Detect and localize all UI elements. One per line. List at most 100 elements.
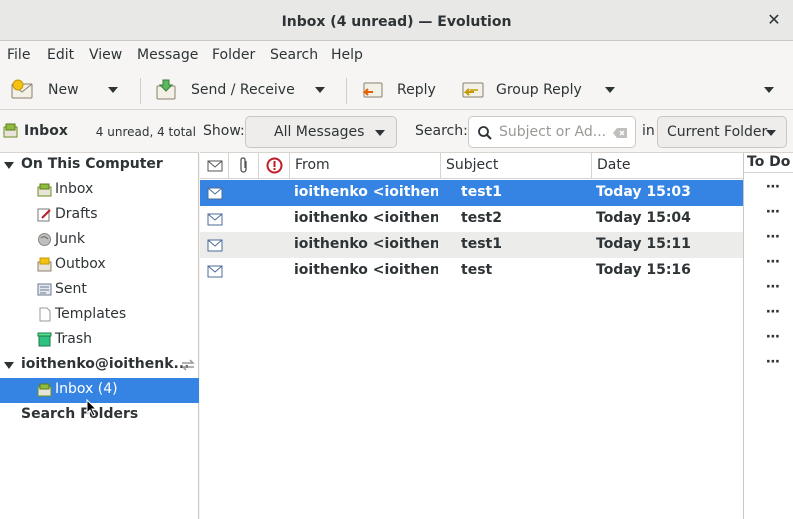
- sidebar-header: Inbox 4 unread, 4 total: [0, 111, 199, 153]
- new-dropdown-icon[interactable]: [108, 87, 118, 93]
- menu-edit[interactable]: Edit: [47, 47, 74, 63]
- message-date: Today 15:11: [596, 236, 691, 252]
- message-from: ioithenko <ioithen...: [294, 236, 438, 252]
- todo-item-menu-icon[interactable]: ⋯: [766, 179, 780, 195]
- menu-file[interactable]: File: [7, 47, 30, 63]
- sidebar-item-search-folders[interactable]: Search Folders: [0, 403, 199, 428]
- sidebar-item-label: Sent: [55, 281, 87, 297]
- new-button[interactable]: New: [10, 70, 79, 110]
- group-reply-button[interactable]: Group Reply: [460, 70, 582, 110]
- templates-icon: [39, 307, 51, 322]
- expander-icon[interactable]: [4, 362, 14, 369]
- column-subject[interactable]: Subject: [441, 153, 592, 179]
- sidebar-item-label: Templates: [55, 306, 127, 322]
- search-icon[interactable]: [477, 125, 493, 141]
- search-scope-value: Current Folder: [667, 124, 768, 140]
- mouse-cursor-icon: [86, 399, 98, 417]
- message-from: ioithenko <ioithen...: [294, 184, 438, 200]
- menu-search[interactable]: Search: [270, 47, 318, 63]
- menu-folder[interactable]: Folder: [212, 47, 255, 63]
- todo-item-menu-icon[interactable]: ⋯: [766, 304, 780, 320]
- message-row[interactable]: ioithenko <ioithen... test1 Today 15:11: [200, 232, 743, 258]
- todo-item-menu-icon[interactable]: ⋯: [766, 229, 780, 245]
- message-date: Today 15:03: [596, 184, 691, 200]
- toolbar: New Send / Receive Reply Group Reply: [0, 70, 793, 110]
- column-flag[interactable]: [259, 153, 290, 179]
- message-row[interactable]: ioithenko <ioithen... test1 Today 15:03: [200, 180, 743, 206]
- drafts-icon: [37, 208, 51, 222]
- sync-icon[interactable]: [180, 358, 196, 372]
- unread-mail-icon: [207, 187, 223, 200]
- message-row[interactable]: ioithenko <ioithen... test Today 15:16: [200, 258, 743, 284]
- todo-header[interactable]: To Do: [744, 153, 793, 173]
- show-filter-select[interactable]: All Messages: [245, 116, 397, 148]
- search-placeholder: Subject or Ad...: [499, 124, 607, 140]
- todo-title: To Do: [747, 154, 791, 170]
- reply-label: Reply: [397, 82, 436, 98]
- column-subject-label: Subject: [446, 157, 499, 173]
- sidebar-item-junk[interactable]: Junk: [0, 228, 199, 253]
- reply-icon: [362, 82, 383, 98]
- trash-icon: [37, 332, 52, 347]
- envelope-icon: [207, 160, 223, 172]
- expander-icon[interactable]: [4, 162, 14, 169]
- todo-item-menu-icon[interactable]: ⋯: [766, 329, 780, 345]
- close-icon[interactable]: ✕: [765, 11, 783, 29]
- title-bar: Inbox (4 unread) — Evolution ✕: [0, 0, 793, 41]
- send-receive-icon: [156, 79, 176, 100]
- paperclip-icon: [240, 157, 247, 173]
- send-receive-button[interactable]: Send / Receive: [155, 70, 295, 110]
- menu-view[interactable]: View: [89, 47, 122, 63]
- show-filter-value: All Messages: [274, 124, 365, 140]
- sidebar-item-sent[interactable]: Sent: [0, 278, 199, 303]
- message-row[interactable]: ioithenko <ioithen... test2 Today 15:04: [200, 206, 743, 232]
- send-receive-label: Send / Receive: [191, 82, 295, 98]
- account-label: ioithenko@ioithenk...: [21, 356, 190, 372]
- unread-mail-icon: [207, 239, 223, 252]
- column-attachment[interactable]: [229, 153, 259, 179]
- sidebar-item-trash[interactable]: Trash: [0, 328, 199, 353]
- todo-item-menu-icon[interactable]: ⋯: [766, 279, 780, 295]
- sidebar-item-label: Trash: [55, 331, 92, 347]
- todo-item-menu-icon[interactable]: ⋯: [766, 204, 780, 220]
- inbox-icon: [37, 383, 52, 397]
- folder-sidebar: Inbox 4 unread, 4 total On This Computer…: [0, 111, 199, 519]
- tree-group-account[interactable]: ioithenko@ioithenk...: [0, 353, 199, 378]
- message-date: Today 15:16: [596, 262, 691, 278]
- group-reply-dropdown-icon[interactable]: [605, 87, 615, 93]
- sidebar-item-outbox[interactable]: Outbox: [0, 253, 199, 278]
- chevron-down-icon: [375, 130, 385, 136]
- column-from[interactable]: From: [290, 153, 441, 179]
- menu-help[interactable]: Help: [331, 47, 363, 63]
- search-scope-select[interactable]: Current Folder: [657, 116, 787, 148]
- unread-mail-icon: [207, 265, 223, 278]
- search-label: Search:: [415, 123, 468, 139]
- todo-item-menu-icon[interactable]: ⋯: [766, 354, 780, 370]
- chevron-down-icon: [766, 130, 776, 136]
- sidebar-item-drafts[interactable]: Drafts: [0, 203, 199, 228]
- inbox-icon: [37, 183, 52, 197]
- tree-group-on-this-computer[interactable]: On This Computer: [0, 153, 199, 178]
- column-date[interactable]: Date: [592, 153, 743, 179]
- outbox-icon: [37, 257, 52, 272]
- search-input[interactable]: Subject or Ad...: [468, 116, 636, 148]
- clear-icon[interactable]: [612, 127, 628, 139]
- reply-button[interactable]: Reply: [361, 70, 436, 110]
- sidebar-item-label: Inbox (4): [55, 381, 118, 397]
- inbox-icon: [3, 123, 18, 138]
- column-status[interactable]: [200, 153, 229, 179]
- sent-icon: [37, 283, 52, 296]
- sidebar-item-inbox[interactable]: Inbox: [0, 178, 199, 203]
- todo-item-menu-icon[interactable]: ⋯: [766, 254, 780, 270]
- message-subject: test1: [461, 236, 502, 252]
- show-label: Show:: [203, 123, 245, 139]
- search-folders-label: Search Folders: [21, 406, 139, 422]
- message-subject: test1: [461, 184, 502, 200]
- menu-message[interactable]: Message: [137, 47, 198, 63]
- toolbar-overflow-icon[interactable]: [764, 87, 774, 93]
- message-from: ioithenko <ioithen...: [294, 210, 438, 226]
- send-receive-dropdown-icon[interactable]: [315, 87, 325, 93]
- sidebar-item-account-inbox[interactable]: Inbox (4): [0, 378, 199, 403]
- menu-bar: File Edit View Message Folder Search Hel…: [0, 41, 793, 70]
- sidebar-item-templates[interactable]: Templates: [0, 303, 199, 328]
